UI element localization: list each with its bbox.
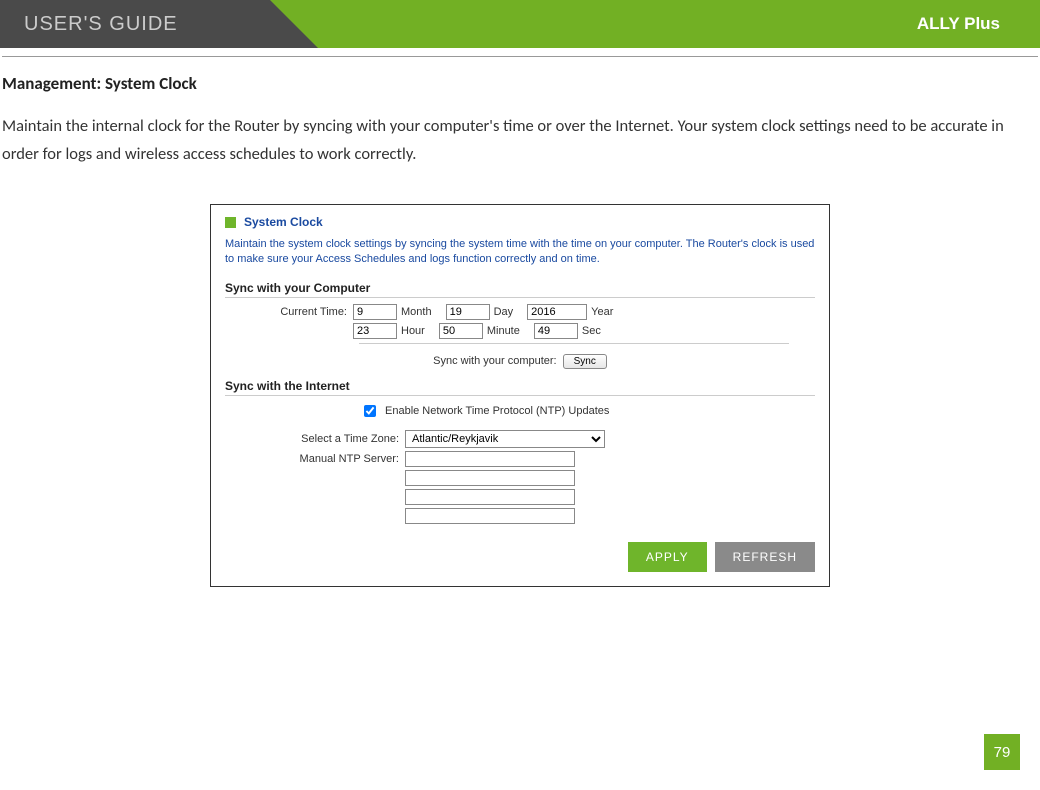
hour-input[interactable]	[353, 323, 397, 339]
ntp-server-label: Manual NTP Server:	[225, 453, 405, 465]
day-input[interactable]	[446, 304, 490, 320]
divider	[359, 343, 789, 344]
apply-button[interactable]: APPLY	[628, 542, 707, 572]
settings-panel: System Clock Maintain the system clock s…	[210, 204, 830, 587]
month-unit: Month	[401, 306, 432, 318]
ntp-server-input-3[interactable]	[405, 489, 575, 505]
panel-title: System Clock	[244, 215, 323, 229]
year-input[interactable]	[527, 304, 587, 320]
product-label: ALLY Plus	[917, 14, 1040, 34]
minute-unit: Minute	[487, 325, 520, 337]
year-unit: Year	[591, 306, 613, 318]
ntp-server-input-2[interactable]	[405, 470, 575, 486]
timezone-label: Select a Time Zone:	[225, 433, 405, 445]
ntp-enable-checkbox[interactable]	[364, 405, 376, 417]
panel-description: Maintain the system clock settings by sy…	[225, 237, 815, 267]
sync-internet-heading: Sync with the Internet	[225, 379, 815, 396]
sync-computer-heading: Sync with your Computer	[225, 281, 815, 298]
page-number: 79	[984, 734, 1020, 770]
header-rule	[2, 56, 1038, 57]
day-unit: Day	[494, 306, 514, 318]
section-title: Management: System Clock	[2, 73, 1038, 94]
users-guide-label: USER'S GUIDE	[24, 13, 178, 36]
minute-input[interactable]	[439, 323, 483, 339]
second-unit: Sec	[582, 325, 601, 337]
sync-computer-label: Sync with your computer:	[433, 355, 557, 367]
month-input[interactable]	[353, 304, 397, 320]
refresh-button[interactable]: REFRESH	[715, 542, 815, 572]
doc-header-left: USER'S GUIDE	[0, 0, 270, 48]
current-time-label: Current Time:	[225, 306, 353, 318]
ntp-enable-label: Enable Network Time Protocol (NTP) Updat…	[385, 405, 609, 417]
panel-header: System Clock	[225, 215, 815, 229]
hour-unit: Hour	[401, 325, 425, 337]
doc-header: USER'S GUIDE ALLY Plus	[0, 0, 1040, 48]
second-input[interactable]	[534, 323, 578, 339]
timezone-select[interactable]: Atlantic/Reykjavik	[405, 430, 605, 448]
sync-button[interactable]: Sync	[563, 354, 607, 369]
ntp-server-input-4[interactable]	[405, 508, 575, 524]
ntp-server-input-1[interactable]	[405, 451, 575, 467]
section-description: Maintain the internal clock for the Rout…	[2, 112, 1038, 168]
green-square-icon	[225, 217, 236, 228]
